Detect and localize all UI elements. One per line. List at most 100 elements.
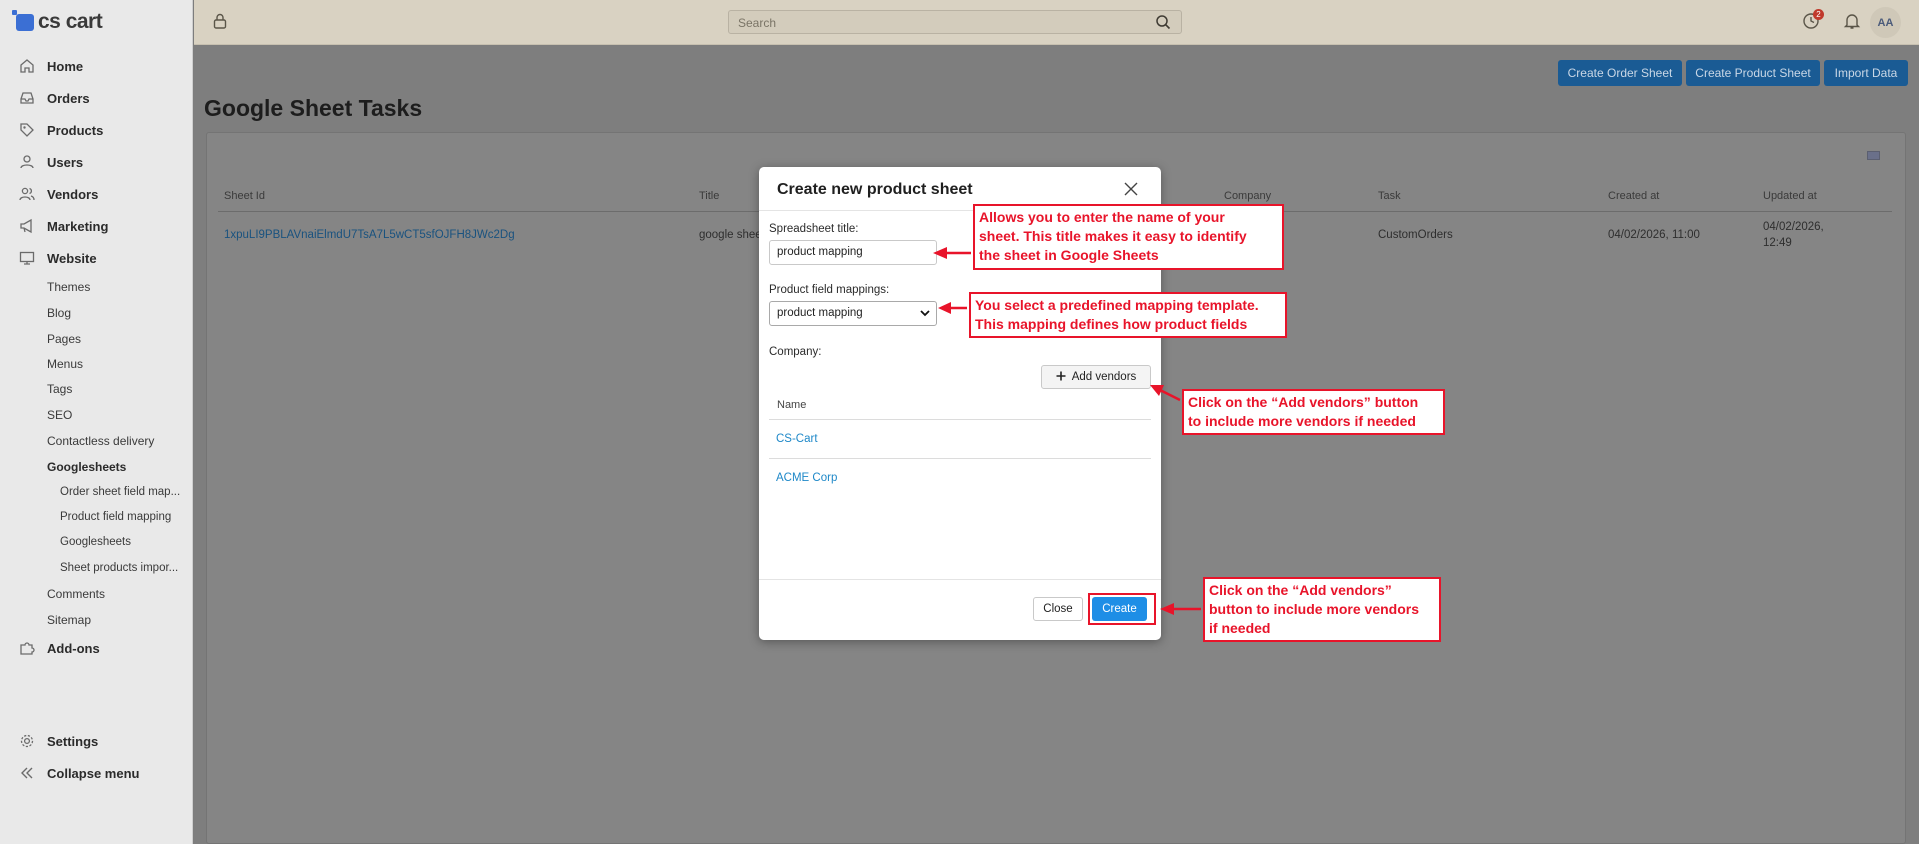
annotation-line: to include more vendors if needed [1188, 413, 1416, 429]
sidebar-subitem-tags[interactable]: Tags [47, 382, 72, 396]
column-header-title: Title [699, 190, 720, 202]
logo-mark-icon [12, 9, 34, 31]
sidebar-item-label: Website [47, 250, 97, 266]
vendor-cs-cart-link[interactable]: CS-Cart [776, 433, 818, 445]
sidebar-subitem-comments[interactable]: Comments [47, 587, 105, 601]
annotation-line: This mapping defines how product fields [975, 316, 1248, 332]
sidebar-item-label: Marketing [47, 218, 109, 234]
sidebar-item-label: Settings [47, 733, 99, 749]
annotation-line: button to include more vendors [1209, 601, 1420, 617]
annotation-line: the sheet in Google Sheets [979, 247, 1159, 263]
row-title: google shee [699, 229, 762, 241]
column-header-updated-at: Updated at [1763, 190, 1817, 202]
monitor-icon [18, 250, 35, 267]
sidebar-subitem-googlesheets[interactable]: Googlesheets [47, 460, 126, 474]
sidebar-item-users[interactable]: Users [0, 148, 193, 176]
column-header-sheet-id: Sheet Id [224, 190, 265, 202]
company-label: Company: [769, 346, 822, 358]
sidebar-item-marketing[interactable]: Marketing [0, 212, 193, 240]
search-icon[interactable] [1155, 14, 1171, 33]
annotation-line: if needed [1209, 620, 1271, 636]
sidebar-item-vendors[interactable]: Vendors [0, 180, 193, 208]
notification-badge: 2 [1813, 9, 1824, 20]
column-header-created-at: Created at [1608, 190, 1660, 202]
lock-icon[interactable] [212, 12, 228, 33]
sidebar-item-addons[interactable]: Add-ons [0, 634, 193, 662]
sidebar: cs cart Home Orders Products Users Vendo… [0, 0, 193, 844]
sidebar-subitem-pages[interactable]: Pages [47, 332, 81, 346]
annotation-spreadsheet-title: Allows you to enter the name of your she… [973, 204, 1284, 270]
row-task: CustomOrders [1378, 229, 1453, 241]
sidebar-item-label: Collapse menu [47, 765, 140, 781]
bell-icon[interactable] [1843, 12, 1861, 33]
top-bar: Search AA [194, 0, 1919, 45]
sidebar-item-orders[interactable]: Orders [0, 84, 193, 112]
plus-icon [1056, 371, 1066, 384]
vendors-column-name: Name [777, 399, 807, 411]
dialog-title: Create new product sheet [777, 181, 973, 198]
create-product-sheet-button[interactable]: Create Product Sheet [1686, 60, 1820, 86]
sidebar-item-website[interactable]: Website [0, 244, 193, 272]
sidebar-item-label: Orders [47, 90, 90, 106]
sidebar-subitem-contactless-delivery[interactable]: Contactless delivery [47, 434, 154, 448]
annotation-line: You select a predefined mapping template… [975, 297, 1259, 313]
annotation-line: Click on the “Add vendors” [1209, 582, 1392, 598]
vendors-header-divider [769, 419, 1151, 420]
sidebar-item-label: Add-ons [47, 640, 100, 656]
add-vendors-label: Add vendors [1071, 371, 1137, 383]
annotation-mapping: You select a predefined mapping template… [969, 292, 1287, 338]
collapse-menu-button[interactable]: Collapse menu [0, 759, 193, 787]
avatar[interactable]: AA [1870, 7, 1901, 38]
sidebar-item-home[interactable]: Home [0, 52, 193, 80]
product-field-mappings-select[interactable]: product mapping [769, 301, 937, 326]
sidebar-subitem-googlesheets-list[interactable]: Googlesheets [60, 536, 131, 548]
puzzle-icon [18, 640, 35, 657]
add-vendors-button[interactable]: Add vendors [1041, 365, 1151, 389]
user-icon [18, 154, 35, 171]
page-title: Google Sheet Tasks [204, 95, 423, 121]
column-header-task: Task [1378, 190, 1401, 202]
double-chevron-left-icon [18, 765, 35, 782]
sidebar-item-label: Products [47, 122, 104, 138]
annotation-line: Click on the “Add vendors” button [1188, 394, 1419, 410]
sidebar-subitem-themes[interactable]: Themes [47, 280, 90, 294]
sheet-id-link[interactable]: 1xpuLI9PBLAVnaiElmdU7TsA7L5wCT5sfOJFH8JW… [224, 229, 515, 241]
sidebar-item-settings[interactable]: Settings [0, 727, 193, 755]
sidebar-subitem-menus[interactable]: Menus [47, 357, 83, 371]
spreadsheet-title-value: product mapping [777, 246, 863, 258]
create-button-highlight [1088, 593, 1156, 625]
sidebar-subitem-blog[interactable]: Blog [47, 306, 71, 320]
close-icon[interactable] [1122, 180, 1140, 198]
sidebar-subitem-seo[interactable]: SEO [47, 408, 72, 422]
sidebar-item-products[interactable]: Products [0, 116, 193, 144]
sidebar-subitem-sitemap[interactable]: Sitemap [47, 613, 91, 627]
megaphone-icon [18, 218, 35, 235]
users-icon [18, 186, 35, 203]
logo[interactable]: cs cart [12, 9, 103, 34]
vendor-row-divider [769, 458, 1151, 459]
sidebar-item-label: Users [47, 154, 84, 170]
sidebar-subitem-order-sheet-field-mapping[interactable]: Order sheet field map... [60, 486, 180, 498]
spreadsheet-title-input[interactable]: product mapping [769, 240, 937, 265]
sidebar-subitem-sheet-products-import[interactable]: Sheet products impor... [60, 562, 178, 574]
tag-icon [18, 122, 35, 139]
search-input[interactable]: Search [728, 10, 1182, 34]
annotation-line: Allows you to enter the name of your [979, 209, 1225, 225]
sidebar-subitem-product-field-mapping[interactable]: Product field mapping [60, 511, 171, 523]
search-placeholder: Search [738, 16, 777, 30]
row-created-at: 04/02/2026, 11:00 [1608, 229, 1700, 241]
us-flag-icon[interactable] [1867, 151, 1880, 160]
annotation-line: sheet. This title makes it easy to ident… [979, 228, 1247, 244]
close-button[interactable]: Close [1033, 597, 1083, 621]
import-data-button[interactable]: Import Data [1824, 60, 1908, 86]
spreadsheet-title-label: Spreadsheet title: [769, 223, 859, 235]
gear-icon [18, 733, 35, 750]
chevron-down-icon [919, 307, 931, 322]
annotation-add-vendors: Click on the “Add vendors” button to inc… [1182, 389, 1445, 435]
create-order-sheet-button[interactable]: Create Order Sheet [1558, 60, 1682, 86]
dialog-footer-divider [759, 579, 1161, 580]
vendor-acme-corp-link[interactable]: ACME Corp [776, 472, 837, 484]
sidebar-item-label: Vendors [47, 186, 99, 202]
home-icon [18, 58, 35, 75]
row-updated-at-date: 04/02/2026, [1763, 221, 1824, 233]
